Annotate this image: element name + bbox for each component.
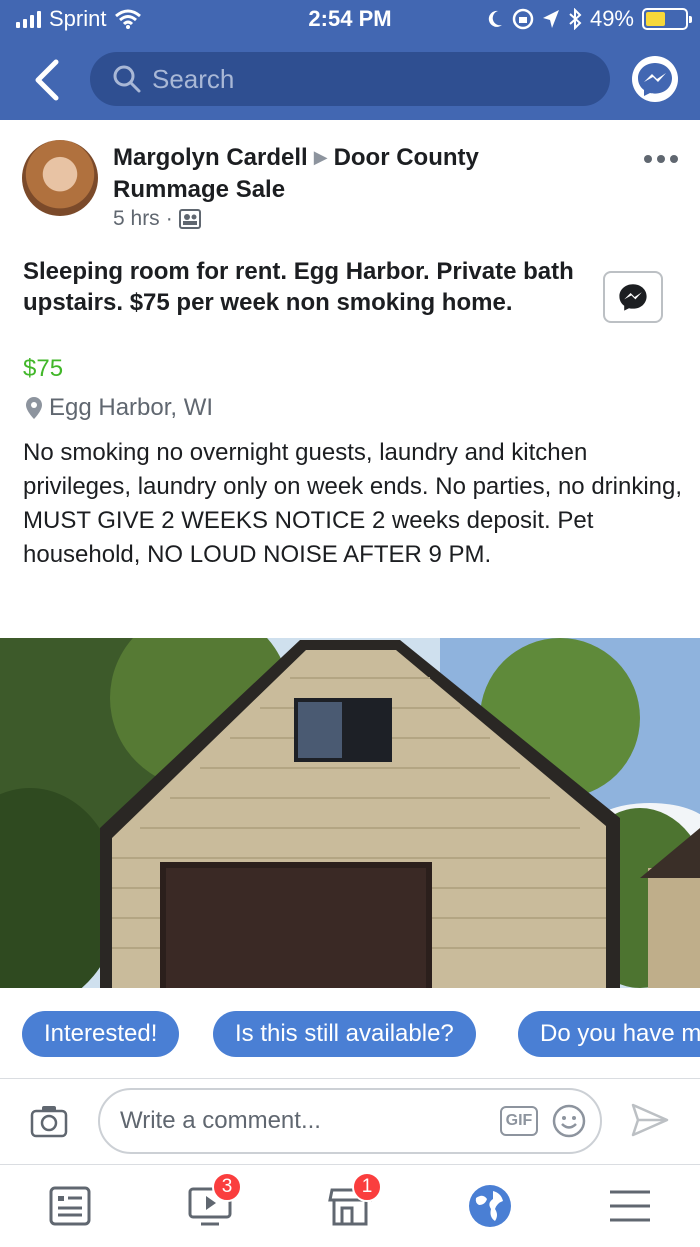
- news-feed-icon: [49, 1186, 91, 1226]
- author-name[interactable]: Margolyn Cardell: [113, 144, 308, 171]
- moon-icon: [488, 10, 502, 27]
- battery-icon: [642, 8, 692, 30]
- search-bar[interactable]: Search: [90, 52, 610, 106]
- search-icon: [113, 65, 141, 93]
- listing-location: Egg Harbor, WI: [25, 394, 213, 422]
- tab-marketplace[interactable]: 1: [322, 1172, 382, 1234]
- status-bar: Sprint 2:54 PM 49%: [0, 0, 700, 40]
- camera-icon: [30, 1106, 68, 1138]
- play-arrow-icon: ▶: [313, 147, 328, 167]
- listing-description: No smoking no overnight guests, laundry …: [23, 439, 683, 568]
- meta-separator: ·: [165, 207, 173, 230]
- tabbar-divider: [0, 1164, 700, 1165]
- back-button[interactable]: [26, 56, 70, 104]
- marketplace-badge: 1: [352, 1172, 382, 1202]
- bluetooth-icon: [569, 8, 582, 30]
- video-badge: 3: [212, 1172, 242, 1202]
- send-button[interactable]: [630, 1100, 670, 1140]
- post-meta: 5 hrs ·: [113, 207, 201, 231]
- tab-watch[interactable]: 3: [182, 1172, 242, 1234]
- message-seller-button[interactable]: [603, 271, 663, 323]
- emoji-icon[interactable]: [552, 1104, 586, 1138]
- location-arrow-icon: [542, 10, 559, 28]
- camera-button[interactable]: [30, 1104, 68, 1138]
- divider: [0, 1078, 700, 1079]
- tab-news-feed[interactable]: [42, 1178, 98, 1234]
- more-options-button[interactable]: [644, 152, 684, 166]
- quick-reply-more[interactable]: Do you have more: [518, 1011, 700, 1057]
- quick-replies: Interested! Is this still available? Do …: [0, 1011, 700, 1057]
- messenger-icon: [638, 63, 672, 96]
- map-pin-icon: [26, 397, 42, 419]
- post-author-line: Margolyn Cardell ▶ Door County Rummage Sal…: [113, 141, 553, 206]
- comment-placeholder: Write a comment...: [120, 1107, 321, 1134]
- globe-icon: [469, 1185, 511, 1227]
- quick-reply-interested[interactable]: Interested!: [22, 1011, 180, 1057]
- listing-photo[interactable]: [0, 638, 700, 988]
- hamburger-menu-icon: [610, 1190, 650, 1222]
- group-audience-icon: [178, 209, 201, 229]
- messenger-button[interactable]: [632, 56, 678, 102]
- tab-notifications[interactable]: [462, 1178, 518, 1234]
- garage-illustration: [0, 638, 700, 988]
- app-header: Sprint 2:54 PM 49% Search: [0, 0, 700, 120]
- messenger-icon: [619, 284, 647, 311]
- rotation-lock-icon: [512, 8, 534, 30]
- chevron-left-icon: [35, 59, 59, 101]
- location-text: Egg Harbor, WI: [49, 394, 214, 421]
- search-placeholder: Search: [152, 63, 235, 94]
- listing-price: $75: [23, 355, 64, 382]
- comment-input[interactable]: Write a comment... GIF: [98, 1088, 602, 1154]
- quick-reply-available[interactable]: Is this still available?: [213, 1011, 476, 1057]
- battery-percent: 49%: [589, 6, 634, 31]
- tab-menu[interactable]: [602, 1178, 658, 1234]
- post-time[interactable]: 5 hrs: [113, 207, 160, 231]
- listing-title: Sleeping room for rent. Egg Harbor. Priv…: [23, 258, 574, 316]
- send-icon: [631, 1103, 669, 1137]
- gif-button[interactable]: GIF: [500, 1106, 538, 1136]
- author-avatar[interactable]: [22, 140, 98, 216]
